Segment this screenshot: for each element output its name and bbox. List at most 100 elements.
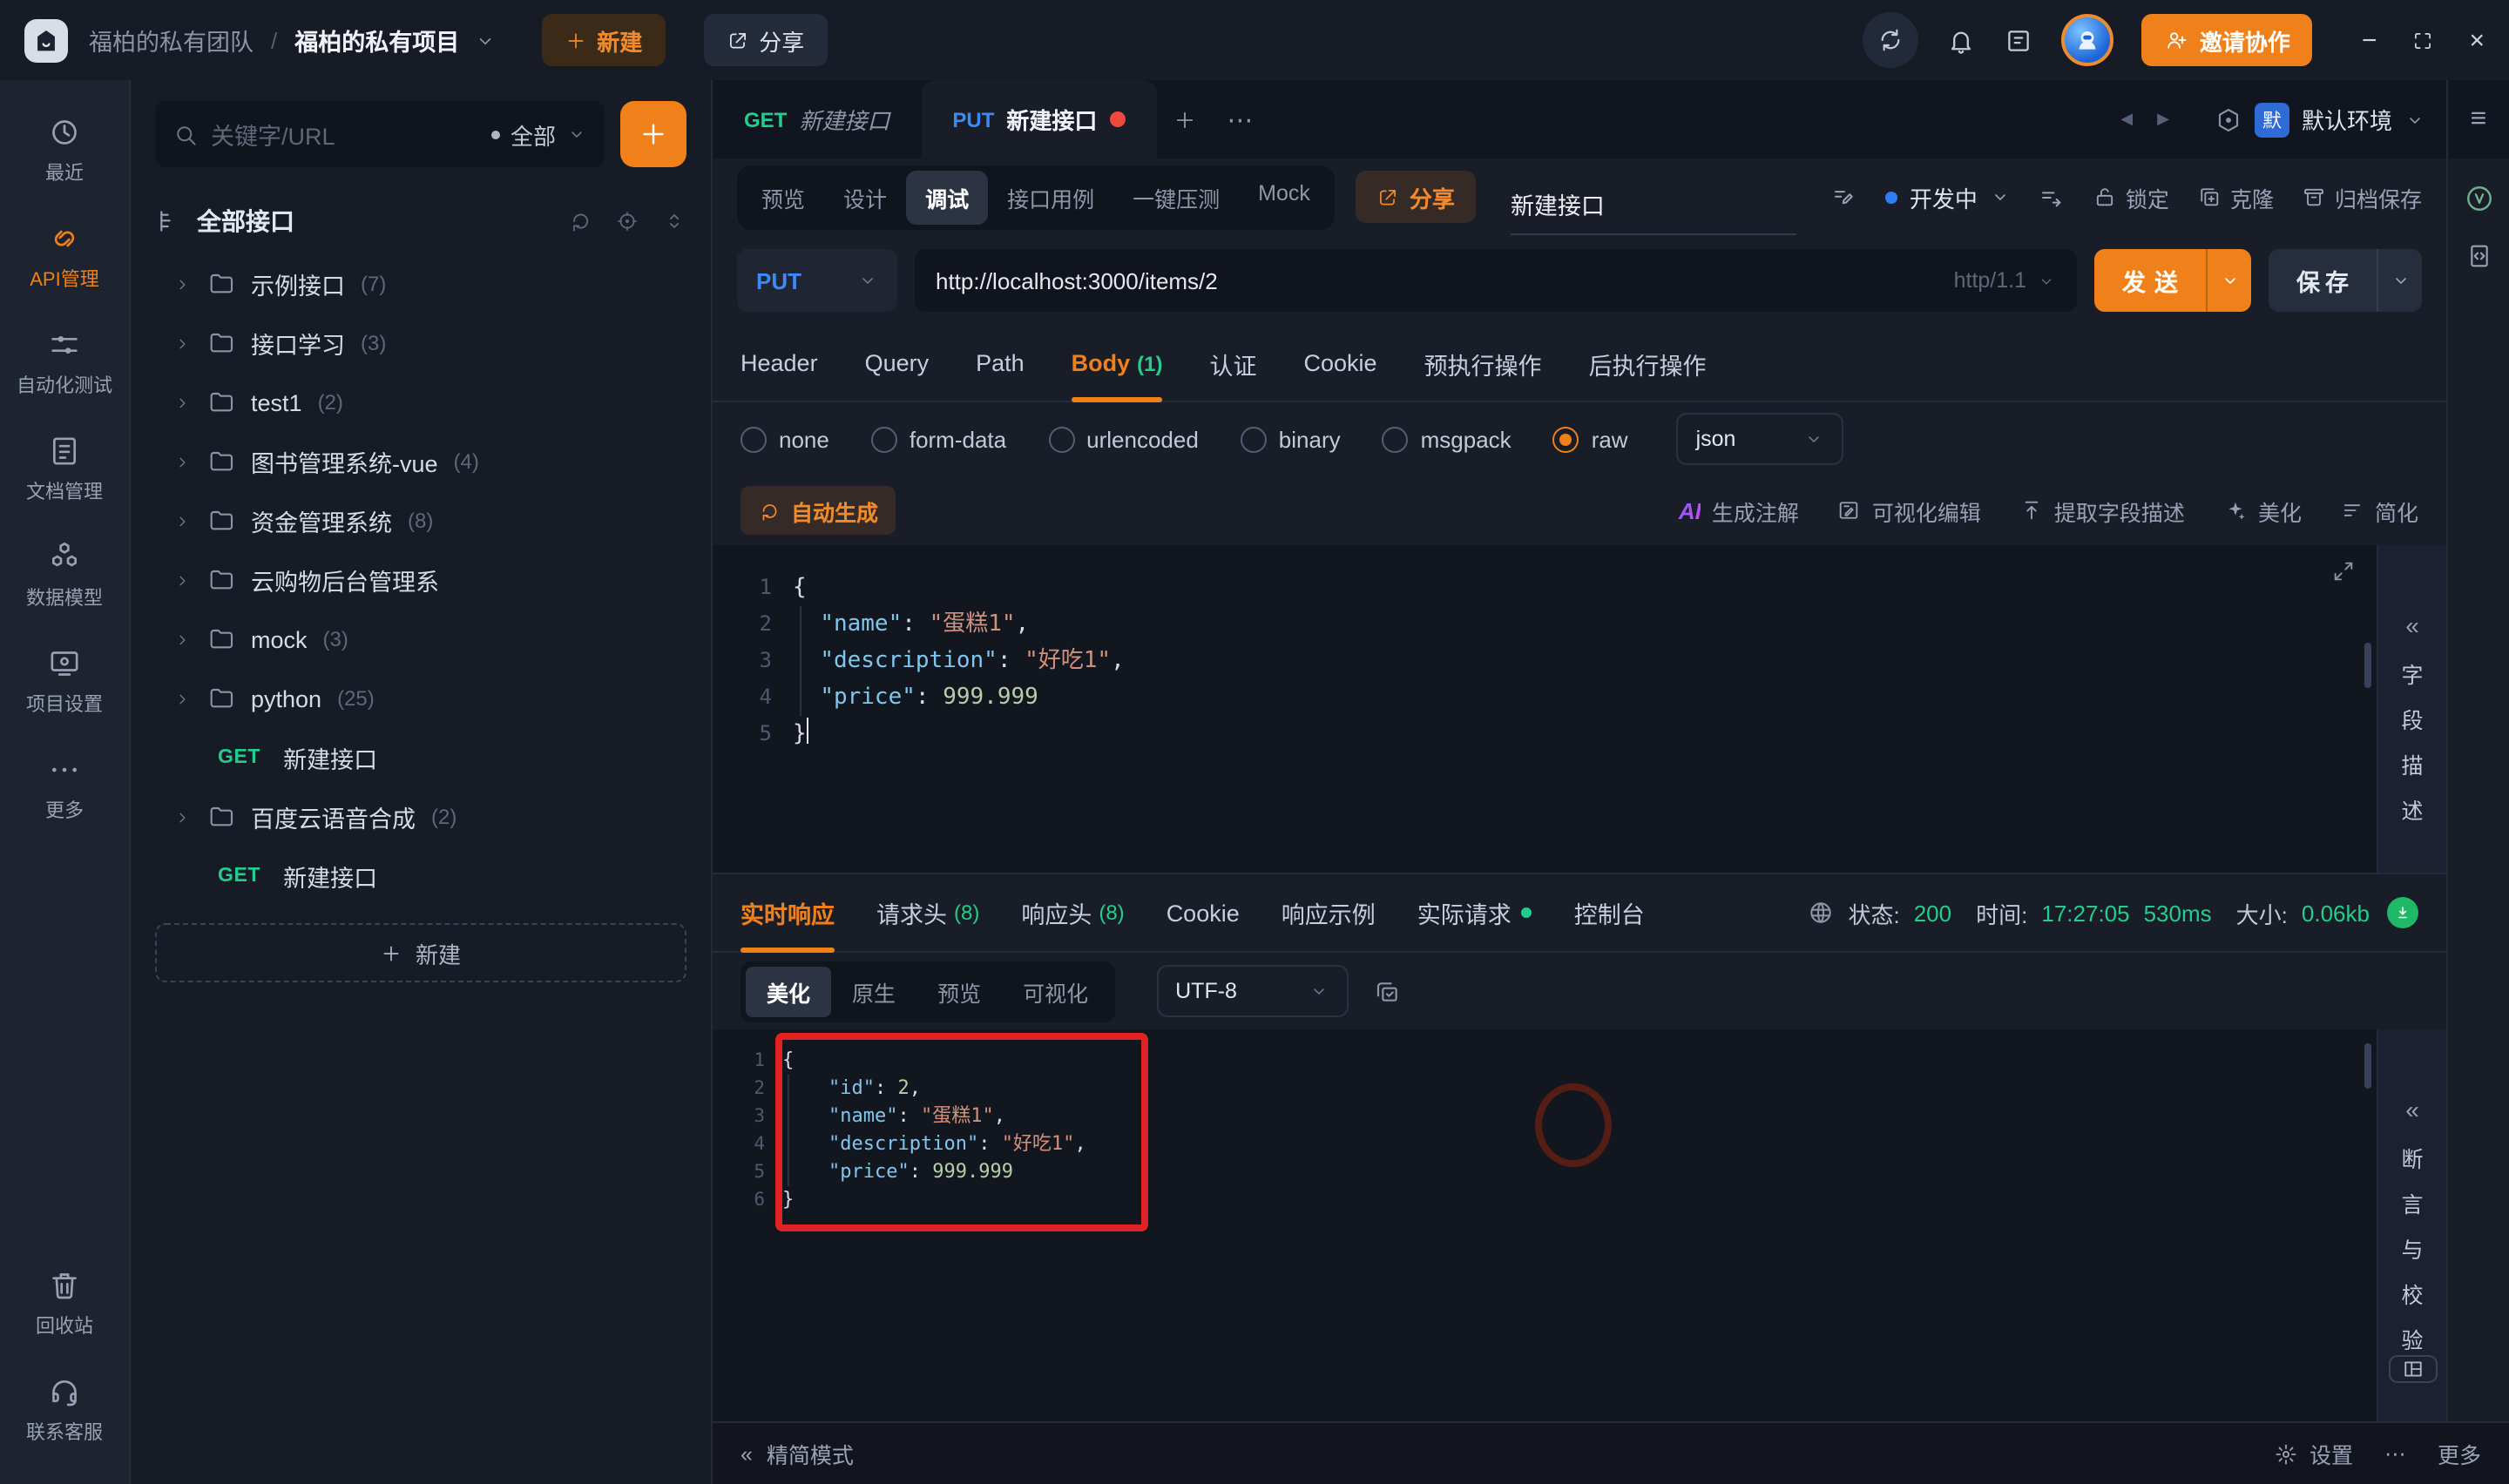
tab-more-button[interactable]: ⋯ bbox=[1212, 80, 1268, 159]
tree-folder-row[interactable]: mock (3) bbox=[155, 610, 686, 669]
project-chevron-down-icon[interactable] bbox=[473, 29, 496, 51]
app-logo-icon[interactable] bbox=[24, 18, 68, 62]
mode-tab-设计[interactable]: 设计 bbox=[824, 170, 906, 224]
rail-item-最近[interactable]: 最近 bbox=[17, 98, 112, 204]
request-tab-Path[interactable]: Path bbox=[976, 326, 1025, 401]
rail-item-项目设置[interactable]: 项目设置 bbox=[17, 629, 112, 735]
tree-folder-row[interactable]: 示例接口 (7) bbox=[155, 254, 686, 314]
view-mode-美化[interactable]: 美化 bbox=[746, 966, 832, 1016]
response-tab-响应示例[interactable]: 响应示例 bbox=[1282, 874, 1376, 951]
tree-folder-row[interactable]: 接口学习 (3) bbox=[155, 314, 686, 373]
request-body-editor[interactable]: 1 2 3 4 5{ "name": "蛋糕1", "description": "好吃… bbox=[713, 545, 2377, 873]
version-circle-icon[interactable] bbox=[2463, 183, 2494, 214]
search-filter-dropdown[interactable]: 全部 bbox=[490, 118, 587, 151]
add-api-button[interactable] bbox=[620, 101, 686, 167]
view-mode-原生[interactable]: 原生 bbox=[831, 966, 916, 1016]
invite-collaborate-button[interactable]: 邀请协作 bbox=[2141, 14, 2313, 66]
save-button[interactable]: 保存 bbox=[2269, 249, 2422, 312]
tree-new-button[interactable]: 新建 bbox=[155, 923, 686, 982]
endpoint-title-input[interactable]: 新建接口 bbox=[1510, 159, 1796, 235]
url-input[interactable]: http://localhost:3000/items/2 http/1.1 bbox=[915, 249, 2077, 312]
mode-tab-接口用例[interactable]: 接口用例 bbox=[988, 170, 1113, 224]
tree-refresh-icon[interactable] bbox=[568, 209, 592, 233]
http-version-dropdown[interactable]: http/1.1 bbox=[1954, 268, 2056, 293]
more-button[interactable]: 更多 bbox=[2438, 1437, 2481, 1470]
status-flow-icon[interactable] bbox=[2039, 184, 2065, 210]
field-panel-collapse-icon[interactable]: « bbox=[2405, 611, 2419, 639]
response-tab-响应头[interactable]: 响应头 (8) bbox=[1021, 874, 1124, 951]
rail-item-API管理[interactable]: API管理 bbox=[17, 204, 112, 310]
rail-item-数据模型[interactable]: 数据模型 bbox=[17, 523, 112, 629]
editor-action-简化[interactable]: 简化 bbox=[2340, 494, 2418, 527]
editor-action-可视化编辑[interactable]: 可视化编辑 bbox=[1837, 494, 1981, 527]
user-avatar[interactable] bbox=[2061, 14, 2114, 66]
history-back-button[interactable]: ◀ bbox=[2120, 110, 2133, 129]
editor-expand-icon[interactable] bbox=[2331, 559, 2356, 583]
request-editor-scrollbar[interactable] bbox=[2364, 643, 2371, 688]
request-tab-Body[interactable]: Body (1) bbox=[1071, 326, 1164, 402]
sync-icon[interactable] bbox=[1863, 12, 1919, 68]
body-type-radio-msgpack[interactable]: msgpack bbox=[1382, 426, 1511, 452]
response-editor-scrollbar[interactable] bbox=[2364, 1043, 2371, 1089]
new-tab-button[interactable] bbox=[1156, 80, 1212, 159]
endpoint-action-锁定[interactable]: 锁定 bbox=[2093, 180, 2169, 213]
tree-folder-row[interactable]: test1 (2) bbox=[155, 373, 686, 432]
rename-icon[interactable] bbox=[1831, 184, 1857, 210]
layout-grid-button[interactable] bbox=[2388, 1355, 2437, 1383]
assertion-panel-collapse-icon[interactable]: « bbox=[2405, 1096, 2419, 1123]
share-button-top[interactable]: 分享 bbox=[703, 14, 828, 66]
bottom-more-dots-button[interactable]: ⋯ bbox=[2384, 1440, 2406, 1467]
endpoint-action-归档保存[interactable]: 归档保存 bbox=[2302, 180, 2422, 213]
save-options-chevron-icon[interactable] bbox=[2377, 249, 2422, 312]
download-response-button[interactable] bbox=[2387, 897, 2418, 928]
tree-expand-collapse-icon[interactable] bbox=[662, 209, 686, 233]
tree-api-row[interactable]: GET 新建接口 bbox=[155, 847, 686, 906]
rail-item-回收站[interactable]: 回收站 bbox=[26, 1251, 103, 1357]
dev-status-dropdown[interactable]: 开发中 bbox=[1884, 180, 2011, 213]
body-type-radio-raw[interactable]: raw bbox=[1552, 426, 1628, 452]
view-mode-预览[interactable]: 预览 bbox=[916, 966, 1002, 1016]
encoding-select[interactable]: UTF-8 bbox=[1156, 965, 1349, 1017]
autogen-button[interactable]: 自动生成 bbox=[741, 486, 896, 535]
body-format-select[interactable]: json bbox=[1676, 413, 1844, 465]
rail-item-文档管理[interactable]: 文档管理 bbox=[17, 416, 112, 523]
request-tab-后执行操作[interactable]: 后执行操作 bbox=[1589, 326, 1707, 401]
body-type-radio-none[interactable]: none bbox=[741, 426, 829, 452]
response-tab-控制台[interactable]: 控制台 bbox=[1574, 874, 1645, 951]
response-tab-实时响应[interactable]: 实时响应 bbox=[741, 874, 835, 953]
body-type-radio-urlencoded[interactable]: urlencoded bbox=[1048, 426, 1199, 452]
request-tab-Query[interactable]: Query bbox=[865, 326, 930, 401]
tree-api-row[interactable]: GET 新建接口 bbox=[155, 728, 686, 787]
tree-folder-row[interactable]: python (25) bbox=[155, 669, 686, 728]
tree-locate-icon[interactable] bbox=[615, 209, 639, 233]
rail-item-更多[interactable]: 更多 bbox=[17, 735, 112, 841]
body-type-radio-form-data[interactable]: form-data bbox=[870, 426, 1006, 452]
response-tab-Cookie[interactable]: Cookie bbox=[1167, 874, 1240, 951]
new-button[interactable]: 新建 bbox=[541, 14, 666, 66]
mode-tab-预览[interactable]: 预览 bbox=[742, 170, 824, 224]
environment-selector[interactable]: 默 默认环境 bbox=[2194, 80, 2446, 159]
team-name[interactable]: 福柏的私有团队 bbox=[89, 23, 254, 57]
settings-button[interactable]: 设置 bbox=[2275, 1437, 2353, 1470]
document-tab-PUT[interactable]: PUT 新建接口 bbox=[921, 80, 1157, 159]
send-button[interactable]: 发送 bbox=[2094, 249, 2251, 312]
window-minimize-button[interactable]: − bbox=[2362, 25, 2377, 55]
copy-response-icon[interactable] bbox=[1372, 977, 1400, 1005]
layout-menu-button[interactable]: ≡ bbox=[2446, 80, 2509, 159]
method-select[interactable]: PUT bbox=[737, 249, 897, 312]
code-panel-icon[interactable] bbox=[2465, 242, 2492, 270]
mode-tab-一键压测[interactable]: 一键压测 bbox=[1113, 170, 1239, 224]
response-tab-请求头[interactable]: 请求头 (8) bbox=[876, 874, 979, 951]
simple-mode-toggle[interactable]: « 精简模式 bbox=[741, 1437, 854, 1470]
send-options-chevron-icon[interactable] bbox=[2206, 249, 2251, 312]
view-mode-可视化[interactable]: 可视化 bbox=[1002, 966, 1109, 1016]
request-tab-预执行操作[interactable]: 预执行操作 bbox=[1424, 326, 1542, 401]
changelog-icon[interactable] bbox=[2005, 25, 2034, 55]
project-name[interactable]: 福柏的私有项目 bbox=[294, 23, 459, 57]
window-close-button[interactable]: × bbox=[2469, 25, 2485, 55]
endpoint-action-克隆[interactable]: 克隆 bbox=[2197, 180, 2274, 213]
request-tab-Cookie[interactable]: Cookie bbox=[1304, 326, 1377, 401]
window-maximize-button[interactable] bbox=[2411, 29, 2434, 51]
response-body-viewer[interactable]: 1 2 3 4 5 6{ "id": 2, "name": "蛋糕1", "descrip… bbox=[713, 1029, 2377, 1421]
editor-action-提取字段描述[interactable]: 提取字段描述 bbox=[2019, 494, 2185, 527]
